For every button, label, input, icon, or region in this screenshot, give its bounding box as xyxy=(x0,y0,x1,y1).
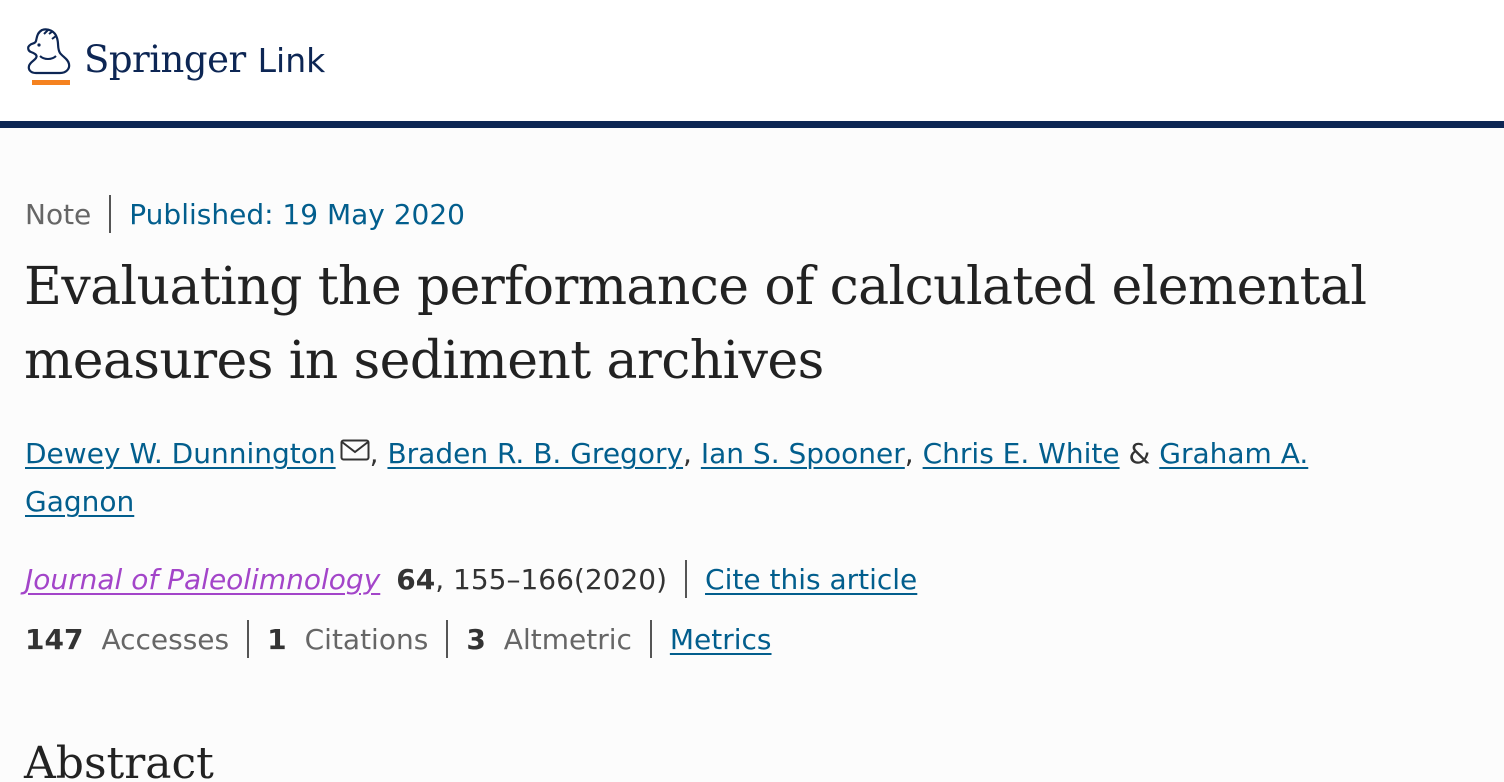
author-link[interactable]: Ian S. Spooner xyxy=(701,437,905,470)
logo-wordmark: Springer Link xyxy=(84,38,325,81)
accesses-count: 147 xyxy=(25,622,84,656)
author-link[interactable]: Chris E. White xyxy=(923,437,1120,470)
site-header: Springer Link xyxy=(0,0,1504,121)
logo-secondary-text: Link xyxy=(257,41,326,80)
altmetric-label: Altmetric xyxy=(503,622,632,656)
metrics-link[interactable]: Metrics xyxy=(670,623,772,656)
article-metrics: 147 Accesses 1 Citations 3 Altmetric Met… xyxy=(25,620,772,658)
article-meta-line: Note Published: 19 May 2020 xyxy=(25,195,465,233)
author-ampersand: & xyxy=(1128,437,1151,470)
abstract-heading: Abstract xyxy=(24,738,214,782)
published-date: Published: 19 May 2020 xyxy=(129,197,465,231)
author-separator: , xyxy=(683,437,692,470)
article-type: Note xyxy=(25,197,92,231)
header-divider-bar xyxy=(0,121,1504,128)
altmetric-count: 3 xyxy=(466,622,486,656)
citations-label: Citations xyxy=(304,622,429,656)
divider xyxy=(247,620,250,658)
citations-count: 1 xyxy=(267,622,287,656)
springer-link-logo[interactable]: Springer Link xyxy=(22,26,325,88)
accesses-label: Accesses xyxy=(101,622,230,656)
author-link[interactable]: Braden R. B. Gregory xyxy=(387,437,683,470)
author-list: Dewey W. Dunnington, Braden R. B. Gregor… xyxy=(25,428,1425,526)
journal-volume: 64 xyxy=(396,562,436,596)
author-separator: , xyxy=(369,437,379,470)
divider xyxy=(109,195,112,233)
divider xyxy=(446,620,449,658)
logo-primary-text: Springer xyxy=(84,38,246,81)
divider xyxy=(685,560,688,598)
citation-line: Journal of Paleolimnology 64, 155–166(20… xyxy=(25,560,917,598)
article-title: Evaluating the performance of calculated… xyxy=(24,257,1367,391)
springer-horse-icon xyxy=(22,26,74,88)
divider xyxy=(649,620,652,658)
journal-link[interactable]: Journal of Paleolimnology xyxy=(25,563,380,596)
author-separator: , xyxy=(904,437,914,470)
cite-this-article-link[interactable]: Cite this article xyxy=(705,563,917,596)
envelope-icon[interactable] xyxy=(340,428,370,476)
author-link[interactable]: Dewey W. Dunnington xyxy=(25,437,336,470)
journal-pages: , 155–166(2020) xyxy=(435,562,668,596)
